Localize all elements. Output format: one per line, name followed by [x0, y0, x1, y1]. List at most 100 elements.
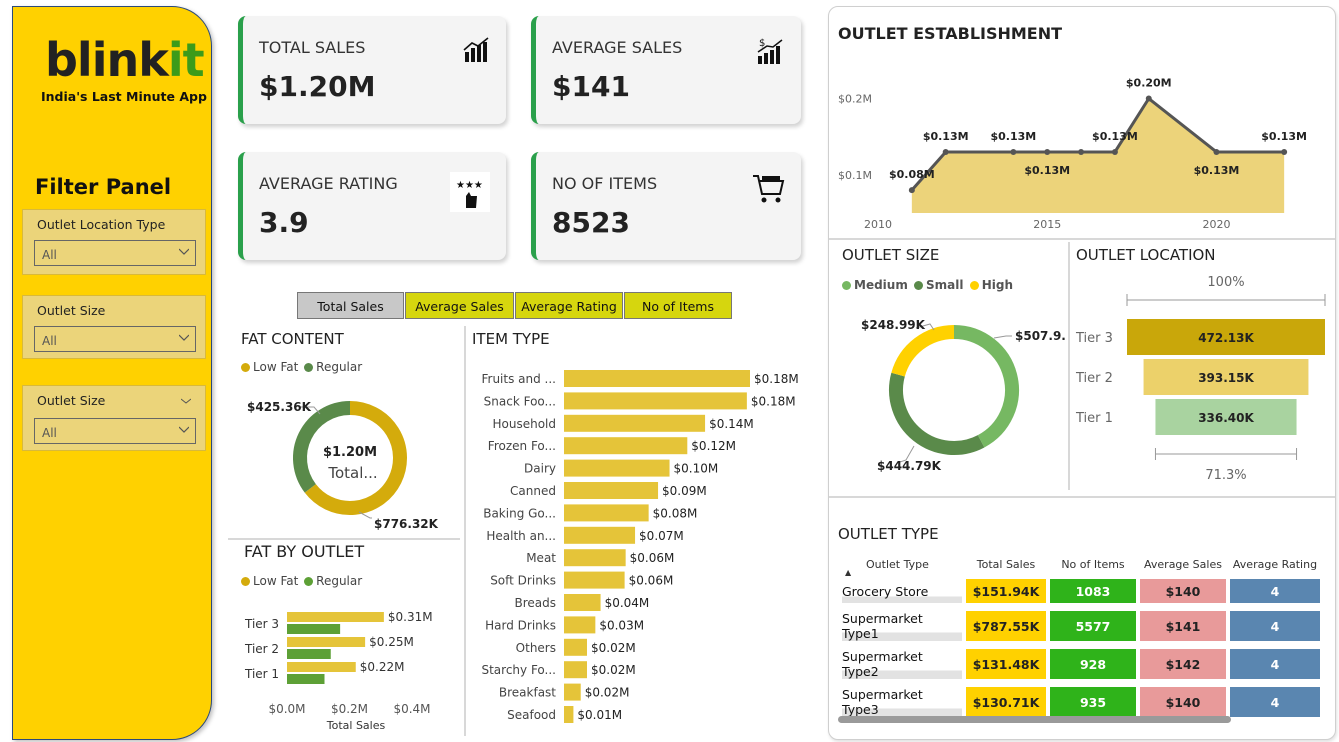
- outlet-establishment-chart: $0.08M $0.13M $0.13M $0.13M $0.13M $0.20M $0.1…: [838, 77, 1307, 231]
- bar-value-label: $0.31M: [388, 610, 433, 624]
- bar: [564, 661, 587, 679]
- category-label: Seafood: [507, 708, 556, 722]
- horizontal-scrollbar[interactable]: [838, 716, 1231, 723]
- funnel-category-label: Tier 2: [1075, 371, 1113, 386]
- bar-value-label: $0.06M: [630, 551, 675, 565]
- bar-value-label: $0.12M: [691, 439, 736, 453]
- cell-average-rating: 4: [1230, 687, 1320, 717]
- table-row[interactable]: Supermarket Type2 $131.48K 928 $142 4: [842, 649, 1320, 679]
- funnel-bar-label: 472.13K: [1198, 331, 1254, 345]
- table-row[interactable]: Supermarket Type1 $787.55K 5577 $141 4: [842, 611, 1320, 641]
- cell-no-of-items: 928: [1050, 649, 1136, 679]
- bar: [564, 370, 750, 387]
- x-tick-label: 2015: [1033, 218, 1061, 231]
- slice-label: $248.99K: [861, 318, 926, 332]
- bar: [564, 504, 649, 522]
- data-point: [1078, 148, 1085, 155]
- data-point: [1213, 148, 1220, 155]
- cell-average-sales: $142: [1140, 649, 1226, 679]
- bar-low-fat: [287, 637, 366, 647]
- filter-label: Outlet Location Type: [37, 217, 166, 232]
- x-axis-label: Total Sales: [326, 719, 386, 732]
- sort-arrow-icon: ▲: [845, 568, 852, 577]
- outlet-size-dropdown-2[interactable]: All: [34, 418, 196, 444]
- filter-outlet-location-type: Outlet Location Type All: [22, 209, 206, 275]
- fat-content-legend: Low Fat Regular: [241, 360, 362, 374]
- cell-no-of-items: 935: [1050, 687, 1136, 717]
- outlet-location-type-dropdown[interactable]: All: [34, 240, 196, 266]
- filter-outlet-size: Outlet Size All: [22, 295, 206, 359]
- bar: [564, 437, 688, 455]
- category-label: Fruits and ...: [481, 372, 556, 386]
- outlet-location-funnel: 100% Tier 3 472.13K Tier 2 393.15K Tier 1 336.…: [1075, 275, 1326, 483]
- cell-average-rating: 4: [1230, 649, 1320, 679]
- point-label: $0.08M: [889, 168, 935, 181]
- funnel-top-label: 100%: [1207, 275, 1244, 290]
- tagline: India's Last Minute App: [41, 89, 207, 104]
- data-point: [1145, 95, 1152, 102]
- kpi-title: AVERAGE RATING: [259, 174, 398, 193]
- bar: [564, 571, 625, 589]
- cell-outlet-type: Supermarket Type3: [842, 687, 962, 717]
- bar: [564, 459, 670, 477]
- category-label: Meat: [526, 551, 556, 565]
- category-label: Household: [492, 417, 556, 431]
- table-row[interactable]: Grocery Store $151.94K 1083 $140 4: [842, 579, 1320, 603]
- area-fill: [911, 98, 1285, 213]
- bar-low-fat: [287, 612, 384, 622]
- point-label: $0.13M: [1261, 130, 1307, 143]
- tab-average-rating[interactable]: Average Rating: [515, 292, 623, 319]
- column-header-total-sales[interactable]: Total Sales: [966, 558, 1046, 571]
- cell-total-sales: $151.94K: [966, 579, 1046, 603]
- bar-value-label: $0.18M: [754, 372, 799, 386]
- column-header-average-rating[interactable]: Average Rating: [1230, 558, 1320, 571]
- chevron-down-icon[interactable]: [181, 396, 191, 406]
- tab-total-sales[interactable]: Total Sales: [297, 292, 404, 319]
- donut-slice-small: [889, 372, 985, 455]
- x-tick-label: 2010: [864, 218, 892, 231]
- bar-value-label: $0.22M: [360, 660, 405, 674]
- cell-average-sales: $140: [1140, 579, 1226, 603]
- outlet-establishment-title: OUTLET ESTABLISHMENT: [838, 24, 1063, 43]
- funnel-category-label: Tier 3: [1075, 331, 1113, 346]
- shopping-cart-icon: [753, 175, 785, 203]
- legend-swatch-regular: [304, 363, 314, 372]
- donut-slice-medium: [953, 325, 1019, 448]
- legend-low-fat: Low Fat: [253, 360, 299, 374]
- blinkit-logo: blinkit: [45, 33, 205, 87]
- star-rating-icon: ★★★: [450, 172, 490, 212]
- data-point: [908, 187, 915, 194]
- outlet-size-dropdown[interactable]: All: [34, 326, 196, 352]
- legend-swatch-low-fat: [241, 363, 250, 372]
- bar-regular: [287, 674, 325, 684]
- category-label: Breakfast: [499, 686, 556, 700]
- tab-average-sales[interactable]: Average Sales: [405, 292, 514, 319]
- divider: [1068, 242, 1070, 490]
- bar-value-label: $0.18M: [751, 394, 796, 408]
- column-header-no-of-items[interactable]: No of Items: [1050, 558, 1136, 571]
- kpi-title: TOTAL SALES: [259, 38, 366, 57]
- bar: [564, 616, 596, 634]
- point-label: $0.13M: [1092, 130, 1138, 143]
- bar: [564, 706, 574, 723]
- kpi-card-average-rating: AVERAGE RATING 3.9 ★★★: [238, 152, 506, 260]
- bar: [564, 392, 747, 410]
- x-tick-label: 2020: [1202, 218, 1230, 231]
- funnel-bar-label: 336.40K: [1198, 411, 1254, 425]
- fat-content-title: FAT CONTENT: [241, 330, 344, 348]
- column-header-outlet-type[interactable]: ▲ Outlet Type: [842, 558, 962, 577]
- category-label: Baking Go...: [483, 506, 556, 520]
- tab-no-of-items[interactable]: No of Items: [624, 292, 732, 319]
- category-label: Soft Drinks: [490, 574, 556, 588]
- column-header-average-sales[interactable]: Average Sales: [1140, 558, 1226, 571]
- divider: [228, 538, 460, 540]
- legend-swatch-small: [914, 281, 924, 290]
- filter-label: Outlet Size: [37, 303, 106, 318]
- kpi-card-average-sales: AVERAGE SALES $141 $: [531, 16, 801, 124]
- legend-small: Small: [926, 278, 964, 292]
- data-point: [1010, 148, 1017, 155]
- data-point: [942, 148, 949, 155]
- outlet-location-title: OUTLET LOCATION: [1076, 246, 1216, 264]
- dashboard: { "brand": {"logo_main": "blink", "logo_…: [0, 0, 1339, 742]
- table-row[interactable]: Supermarket Type3 $130.71K 935 $140 4: [842, 687, 1320, 717]
